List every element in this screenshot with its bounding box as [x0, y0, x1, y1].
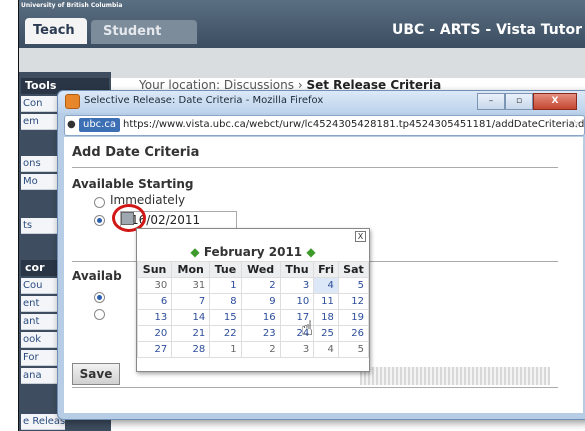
maximize-button[interactable]: ▫: [505, 93, 533, 110]
radio-date[interactable]: [94, 215, 105, 226]
top-banner: University of British Columbia Teach Stu…: [19, 0, 585, 63]
browser-frame: University of British Columbia Teach Stu…: [18, 0, 585, 431]
prev-month-icon[interactable]: ◆: [190, 245, 199, 259]
calendar-day[interactable]: 16: [240, 309, 281, 326]
site-favicon-icon: ●: [67, 119, 76, 130]
sidebar-item[interactable]: ts: [21, 218, 61, 234]
calendar-day[interactable]: 10: [279, 293, 315, 310]
window-controls: – ▫ X: [477, 93, 577, 110]
university-name: University of British Columbia: [21, 2, 123, 9]
radio-immediately[interactable]: [94, 197, 105, 208]
calendar-day[interactable]: 2: [240, 277, 281, 294]
calendar-day[interactable]: 18: [313, 309, 339, 326]
sidebar-item[interactable]: Con: [21, 96, 61, 112]
tab-teach[interactable]: Teach: [25, 18, 87, 44]
url-text[interactable]: https://www.vista.ubc.ca/webct/urw/lc452…: [123, 119, 585, 130]
sidebar-item[interactable]: ons: [21, 156, 61, 172]
sidebar-item[interactable]: ana: [21, 368, 61, 384]
sidebar-item[interactable]: ant: [21, 314, 61, 330]
calendar-day[interactable]: 12: [337, 293, 370, 310]
calendar-day[interactable]: 3: [279, 341, 315, 358]
calendar-day[interactable]: 11: [313, 293, 339, 310]
bookmark-star-icon[interactable]: ☆: [569, 117, 580, 131]
calendar-grid: Sun Mon Tue Wed Thu Fri Sat 30 31 1 2 3 4 5 6 7 8 9 10 11 1…: [136, 261, 370, 358]
weekday-header: Mon: [171, 261, 211, 278]
calendar-day[interactable]: 27: [136, 341, 173, 358]
url-bar[interactable]: ● ubc.ca https://www.vista.ubc.ca/webct/…: [64, 115, 585, 136]
calendar-day[interactable]: 21: [171, 325, 211, 342]
calendar-day[interactable]: 3: [279, 277, 315, 294]
sidebar-item[interactable]: Mo: [21, 174, 61, 190]
course-title: UBC - ARTS - Vista Tutor: [392, 22, 582, 38]
calendar-day[interactable]: 20: [136, 325, 173, 342]
calendar-day[interactable]: 14: [171, 309, 211, 326]
weekday-header: Wed: [240, 261, 281, 278]
calendar-week-row: 13 14 15 16 17 18 19: [136, 309, 370, 326]
calendar-day[interactable]: 19: [337, 309, 370, 326]
sidebar-item[interactable]: ent: [21, 296, 61, 312]
available-starting-heading: Available Starting: [72, 177, 194, 191]
weekday-header: Tue: [209, 261, 242, 278]
calendar-day[interactable]: 6: [136, 293, 173, 310]
calendar-day[interactable]: 8: [209, 293, 242, 310]
sidebar-item[interactable]: ook: [21, 332, 61, 348]
calendar-day[interactable]: 4: [313, 341, 339, 358]
calendar-day[interactable]: 5: [337, 277, 370, 294]
calendar-week-row: 6 7 8 9 10 11 12: [136, 293, 370, 310]
calendar-close-button[interactable]: X: [355, 231, 366, 242]
weekday-header: Thu: [279, 261, 315, 278]
hand-cursor-icon: ☝: [301, 316, 314, 340]
sidebar-item[interactable]: em: [21, 114, 61, 130]
radio-until-option-2[interactable]: [94, 309, 105, 320]
calendar-day[interactable]: 31: [171, 277, 211, 294]
window-titlebar[interactable]: Selective Release: Date Criteria - Mozil…: [58, 91, 585, 113]
status-area: [360, 367, 550, 385]
calendar-week-row: 27 28 1 2 3 4 5: [136, 341, 370, 358]
calendar-week-row: 20 21 22 23 24 25 26: [136, 325, 370, 342]
divider: [72, 167, 558, 168]
divider: [72, 387, 558, 388]
calendar-day[interactable]: 15: [209, 309, 242, 326]
calendar-day[interactable]: 28: [171, 341, 211, 358]
sidebar-item[interactable]: Cou: [21, 278, 61, 294]
radio-until-option-1[interactable]: [94, 292, 105, 303]
calendar-day[interactable]: 22: [209, 325, 242, 342]
site-identity-badge[interactable]: ubc.ca: [79, 118, 120, 132]
calendar-day[interactable]: 26: [337, 325, 370, 342]
calendar-day[interactable]: 9: [240, 293, 281, 310]
firefox-icon: [65, 94, 80, 109]
save-button[interactable]: Save: [72, 363, 120, 385]
close-button[interactable]: X: [533, 93, 577, 110]
calendar-day[interactable]: 1: [209, 277, 242, 294]
calendar-day[interactable]: 7: [171, 293, 211, 310]
calendar-day[interactable]: 23: [240, 325, 281, 342]
next-month-icon[interactable]: ◆: [306, 245, 315, 259]
calendar-day[interactable]: 25: [313, 325, 339, 342]
weekday-header: Sat: [337, 261, 370, 278]
calendar-day[interactable]: 13: [136, 309, 173, 326]
window-title: Selective Release: Date Criteria - Mozil…: [84, 95, 324, 106]
tab-student-view[interactable]: Student View: [91, 20, 197, 63]
calendar-month-label: February 2011: [203, 245, 303, 259]
calendar-week-row: 30 31 1 2 3 4 5: [136, 277, 370, 294]
page-title: Add Date Criteria: [72, 145, 200, 160]
weekday-header: Sun: [136, 261, 173, 278]
calendar-popup: X ◆ February 2011 ◆ Sun Mon Tue Wed Thu Fri Sa…: [136, 228, 370, 372]
calendar-month-nav: ◆ February 2011 ◆: [137, 245, 369, 259]
calendar-day[interactable]: 2: [240, 341, 281, 358]
sidebar-section-header: cor: [21, 260, 61, 276]
calendar-day[interactable]: 5: [337, 341, 370, 358]
sidebar-item[interactable]: For: [21, 350, 61, 366]
calendar-day[interactable]: 4: [313, 277, 339, 294]
calendar-day[interactable]: 30: [136, 277, 173, 294]
minimize-button[interactable]: –: [477, 93, 505, 110]
available-until-heading: Availab: [72, 269, 122, 283]
weekday-header: Fri: [313, 261, 339, 278]
calendar-day[interactable]: 1: [209, 341, 242, 358]
